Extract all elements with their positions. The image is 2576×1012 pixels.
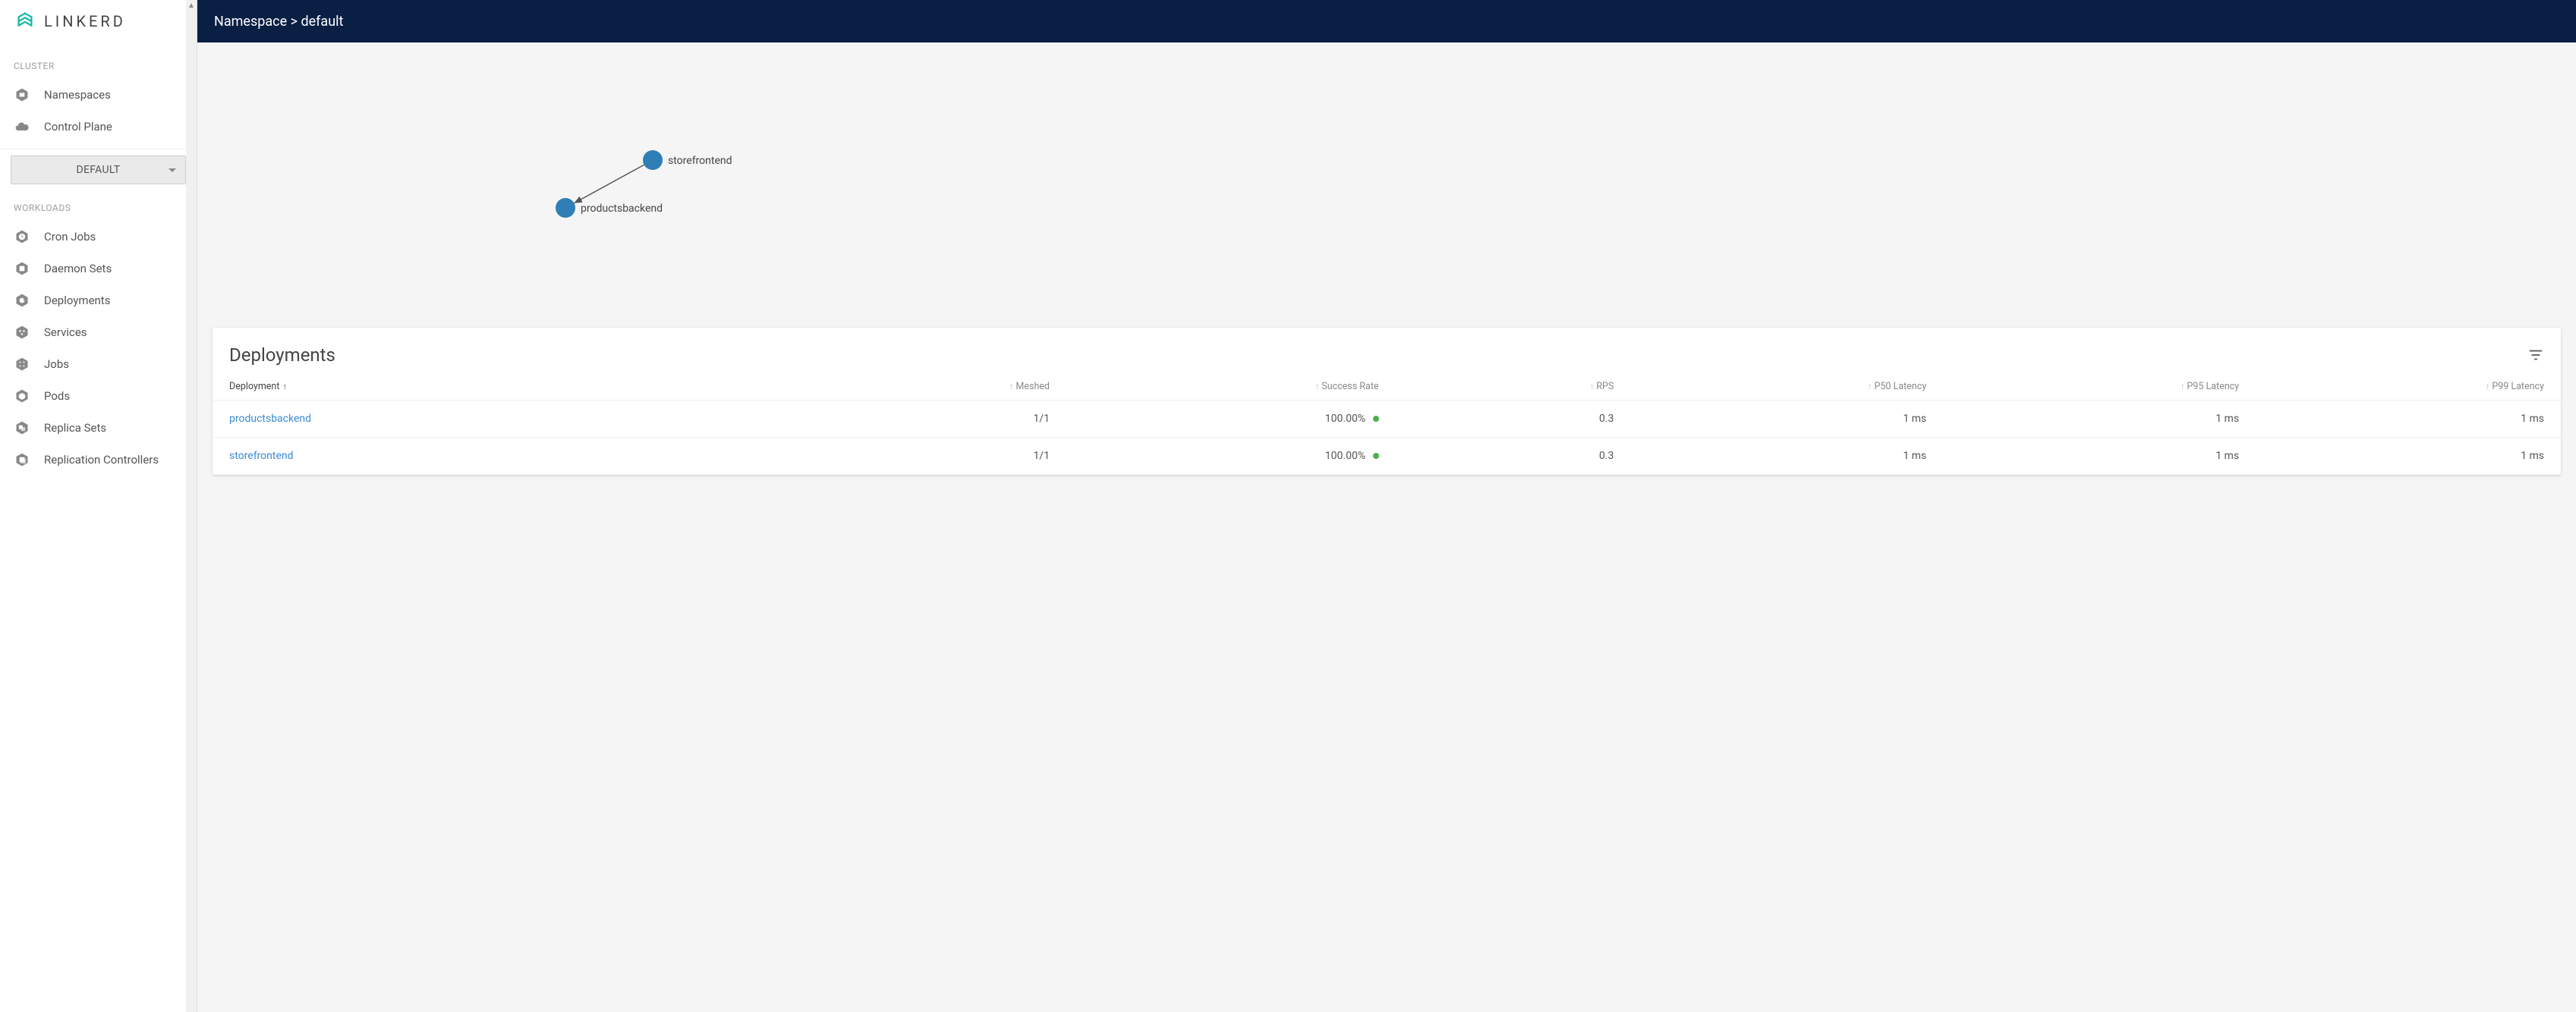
sidebar-item-control-plane[interactable]: Control Plane bbox=[0, 111, 197, 143]
cloud-icon bbox=[14, 118, 30, 135]
deployment-link[interactable]: storefrontend bbox=[229, 450, 294, 462]
sidebar-item-label: Replication Controllers bbox=[44, 453, 159, 467]
sidebar-item-cron-jobs[interactable]: Cron Jobs bbox=[0, 221, 197, 253]
col-p99[interactable]: ↑P99 Latency bbox=[2248, 373, 2561, 401]
cell-p50: 1 ms bbox=[1623, 438, 1935, 475]
cell-success: 100.00% bbox=[1059, 401, 1388, 438]
filter-icon[interactable] bbox=[2527, 347, 2544, 363]
graph-node[interactable] bbox=[556, 198, 575, 218]
card-title: Deployments bbox=[229, 344, 335, 366]
namespaces-icon bbox=[14, 86, 30, 103]
sidebar-item-replica-sets[interactable]: Replica Sets bbox=[0, 412, 197, 444]
col-rps[interactable]: ↑RPS bbox=[1388, 373, 1623, 401]
chevron-down-icon bbox=[168, 168, 176, 172]
sidebar-item-pods[interactable]: Pods bbox=[0, 380, 197, 412]
sidebar-item-daemon-sets[interactable]: Daemon Sets bbox=[0, 253, 197, 284]
cell-p99: 1 ms bbox=[2248, 438, 2561, 475]
sidebar-item-label: Namespaces bbox=[44, 88, 111, 102]
table-row: storefrontend1/1100.00% 0.31 ms1 ms1 ms bbox=[213, 438, 2561, 475]
graph-edge bbox=[574, 165, 644, 203]
linkerd-logo-icon bbox=[14, 10, 36, 33]
col-success-rate[interactable]: ↑Success Rate bbox=[1059, 373, 1388, 401]
cell-meshed: 1/1 bbox=[824, 401, 1059, 438]
cell-p95: 1 ms bbox=[1935, 438, 2248, 475]
sort-asc-icon: ↑ bbox=[282, 382, 287, 391]
sidebar-item-label: Cron Jobs bbox=[44, 230, 96, 244]
deployments-icon bbox=[14, 292, 30, 309]
cell-p99: 1 ms bbox=[2248, 401, 2561, 438]
graph-node[interactable] bbox=[643, 150, 663, 170]
namespace-selector[interactable]: DEFAULT bbox=[11, 156, 186, 184]
cell-meshed: 1/1 bbox=[824, 438, 1059, 475]
jobs-icon bbox=[14, 356, 30, 372]
cell-p50: 1 ms bbox=[1623, 401, 1935, 438]
col-p50[interactable]: ↑P50 Latency bbox=[1623, 373, 1935, 401]
topology-graph[interactable]: storefrontend productsbackend bbox=[197, 42, 2576, 316]
sidebar-item-namespaces[interactable]: Namespaces bbox=[0, 79, 197, 111]
sort-icon: ↑ bbox=[1868, 382, 1872, 391]
cell-success: 100.00% bbox=[1059, 438, 1388, 475]
replicasets-icon bbox=[14, 420, 30, 436]
col-meshed[interactable]: ↑Meshed bbox=[824, 373, 1059, 401]
topbar: Namespace > default bbox=[197, 0, 2576, 42]
namespace-selector-value: DEFAULT bbox=[77, 164, 121, 176]
pods-icon bbox=[14, 388, 30, 404]
sidebar-item-label: Jobs bbox=[44, 357, 69, 371]
scroll-up-icon: ▲ bbox=[187, 0, 195, 11]
sidebar-item-label: Services bbox=[44, 325, 87, 339]
sidebar-item-replication-controllers[interactable]: Replication Controllers bbox=[0, 444, 197, 476]
graph-node-label: productsbackend bbox=[581, 203, 663, 215]
sidebar-item-label: Control Plane bbox=[44, 120, 112, 134]
sort-icon: ↑ bbox=[1315, 382, 1320, 391]
status-ok-icon bbox=[1373, 416, 1379, 422]
deployments-table: Deployment↑ ↑Meshed ↑Success Rate ↑RPS ↑… bbox=[213, 373, 2561, 475]
sort-icon: ↑ bbox=[2486, 382, 2490, 391]
sidebar-item-label: Deployments bbox=[44, 294, 110, 307]
sidebar-item-deployments[interactable]: Deployments bbox=[0, 284, 197, 316]
graph-node-label: storefrontend bbox=[668, 155, 732, 167]
sidebar-section-cluster: CLUSTER bbox=[0, 53, 197, 79]
main: Namespace > default storefrontend product… bbox=[197, 0, 2576, 1012]
breadcrumb: Namespace > default bbox=[214, 14, 343, 30]
table-row: productsbackend1/1100.00% 0.31 ms1 ms1 m… bbox=[213, 401, 2561, 438]
sidebar-item-jobs[interactable]: Jobs bbox=[0, 348, 197, 380]
sidebar-item-label: Replica Sets bbox=[44, 421, 106, 435]
sort-icon: ↑ bbox=[2181, 382, 2185, 391]
brand-name: LINKERD bbox=[44, 12, 126, 30]
deployment-link[interactable]: productsbackend bbox=[229, 413, 311, 425]
services-icon bbox=[14, 324, 30, 341]
sort-icon: ↑ bbox=[1009, 382, 1014, 391]
cell-rps: 0.3 bbox=[1388, 401, 1623, 438]
replicationcontrollers-icon bbox=[14, 451, 30, 468]
col-p95[interactable]: ↑P95 Latency bbox=[1935, 373, 2248, 401]
deployments-card: Deployments Deployment↑ ↑Meshed ↑ bbox=[213, 328, 2561, 475]
sidebar-item-label: Daemon Sets bbox=[44, 262, 112, 275]
sidebar-section-workloads: WORKLOADS bbox=[0, 195, 197, 221]
cell-rps: 0.3 bbox=[1388, 438, 1623, 475]
sidebar: LINKERD CLUSTER Namespaces Control Plane… bbox=[0, 0, 197, 1012]
daemonsets-icon bbox=[14, 260, 30, 277]
brand-bar: LINKERD bbox=[0, 0, 197, 42]
cronjobs-icon bbox=[14, 228, 30, 245]
col-deployment[interactable]: Deployment↑ bbox=[213, 373, 824, 401]
sidebar-item-services[interactable]: Services bbox=[0, 316, 197, 348]
sidebar-item-label: Pods bbox=[44, 389, 70, 403]
sidebar-scrollbar[interactable]: ▲ bbox=[186, 0, 197, 1012]
status-ok-icon bbox=[1373, 453, 1379, 459]
cell-p95: 1 ms bbox=[1935, 401, 2248, 438]
sort-icon: ↑ bbox=[1590, 382, 1595, 391]
